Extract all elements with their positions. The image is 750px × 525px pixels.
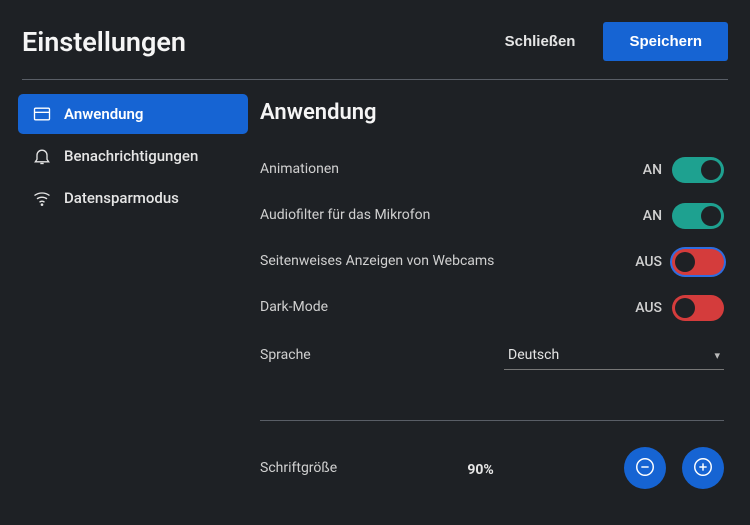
sidebar-item-data-saver[interactable]: Datensparmodus — [18, 178, 248, 218]
setting-control: AN — [643, 157, 724, 183]
setting-label: Seitenweises Anzeigen von Webcams — [260, 252, 494, 272]
chevron-down-icon: ▾ — [714, 349, 720, 362]
setting-row-audio-filter: Audiofilter für das Mikrofon AN — [260, 193, 724, 239]
content: Anwendung Benachrichtigungen Datensparmo… — [0, 80, 750, 489]
sidebar-item-label: Anwendung — [64, 105, 143, 123]
wifi-icon — [32, 188, 52, 208]
sidebar-item-label: Benachrichtigungen — [64, 147, 198, 165]
setting-row-language: Sprache Deutsch ▾ — [260, 331, 724, 380]
dark-mode-toggle[interactable] — [672, 295, 724, 321]
setting-control: AUS — [635, 249, 724, 275]
sidebar: Anwendung Benachrichtigungen Datensparmo… — [0, 94, 248, 489]
font-size-decrease-button[interactable] — [624, 447, 666, 489]
language-select-value: Deutsch — [508, 347, 559, 363]
setting-label: Dark-Mode — [260, 298, 328, 318]
sidebar-item-application[interactable]: Anwendung — [18, 94, 248, 134]
bell-icon — [32, 146, 52, 166]
toggle-knob — [701, 206, 721, 226]
setting-label: Sprache — [260, 346, 311, 366]
sidebar-item-notifications[interactable]: Benachrichtigungen — [18, 136, 248, 176]
font-size-value: 90% — [467, 462, 493, 478]
setting-label: Audiofilter für das Mikrofon — [260, 206, 430, 226]
setting-row-animations: Animationen AN — [260, 147, 724, 193]
font-size-controls — [624, 447, 724, 489]
header-actions: Schließen Speichern — [505, 22, 728, 61]
toggle-state-text: AUS — [635, 300, 662, 316]
plus-icon — [692, 456, 714, 481]
setting-control: AUS — [635, 295, 724, 321]
setting-control: AN — [643, 203, 724, 229]
setting-label: Animationen — [260, 160, 339, 180]
minus-icon — [634, 456, 656, 481]
toggle-state-text: AUS — [635, 254, 662, 270]
toggle-knob — [701, 160, 721, 180]
panel-title: Anwendung — [260, 100, 724, 125]
toggle-knob — [675, 298, 695, 318]
setting-label: Schriftgröße — [260, 460, 337, 476]
settings-header: Einstellungen Schließen Speichern — [0, 0, 750, 79]
animations-toggle[interactable] — [672, 157, 724, 183]
language-select[interactable]: Deutsch ▾ — [504, 341, 724, 370]
toggle-knob — [675, 252, 695, 272]
page-title: Einstellungen — [22, 26, 186, 58]
section-divider — [260, 420, 724, 421]
setting-row-dark-mode: Dark-Mode AUS — [260, 285, 724, 331]
font-size-increase-button[interactable] — [682, 447, 724, 489]
close-button[interactable]: Schließen — [505, 33, 576, 50]
audio-filter-toggle[interactable] — [672, 203, 724, 229]
font-size-value-wrap: 90% — [337, 459, 624, 478]
window-icon — [32, 104, 52, 124]
sidebar-item-label: Datensparmodus — [64, 189, 179, 207]
setting-row-font-size: Schriftgröße 90% — [260, 443, 724, 489]
main-panel: Anwendung Animationen AN Audiofilter für… — [248, 94, 750, 489]
toggle-state-text: AN — [643, 162, 662, 178]
webcam-pages-toggle[interactable] — [672, 249, 724, 275]
toggle-state-text: AN — [643, 208, 662, 224]
setting-row-webcam-pages: Seitenweises Anzeigen von Webcams AUS — [260, 239, 724, 285]
save-button[interactable]: Speichern — [603, 22, 728, 61]
